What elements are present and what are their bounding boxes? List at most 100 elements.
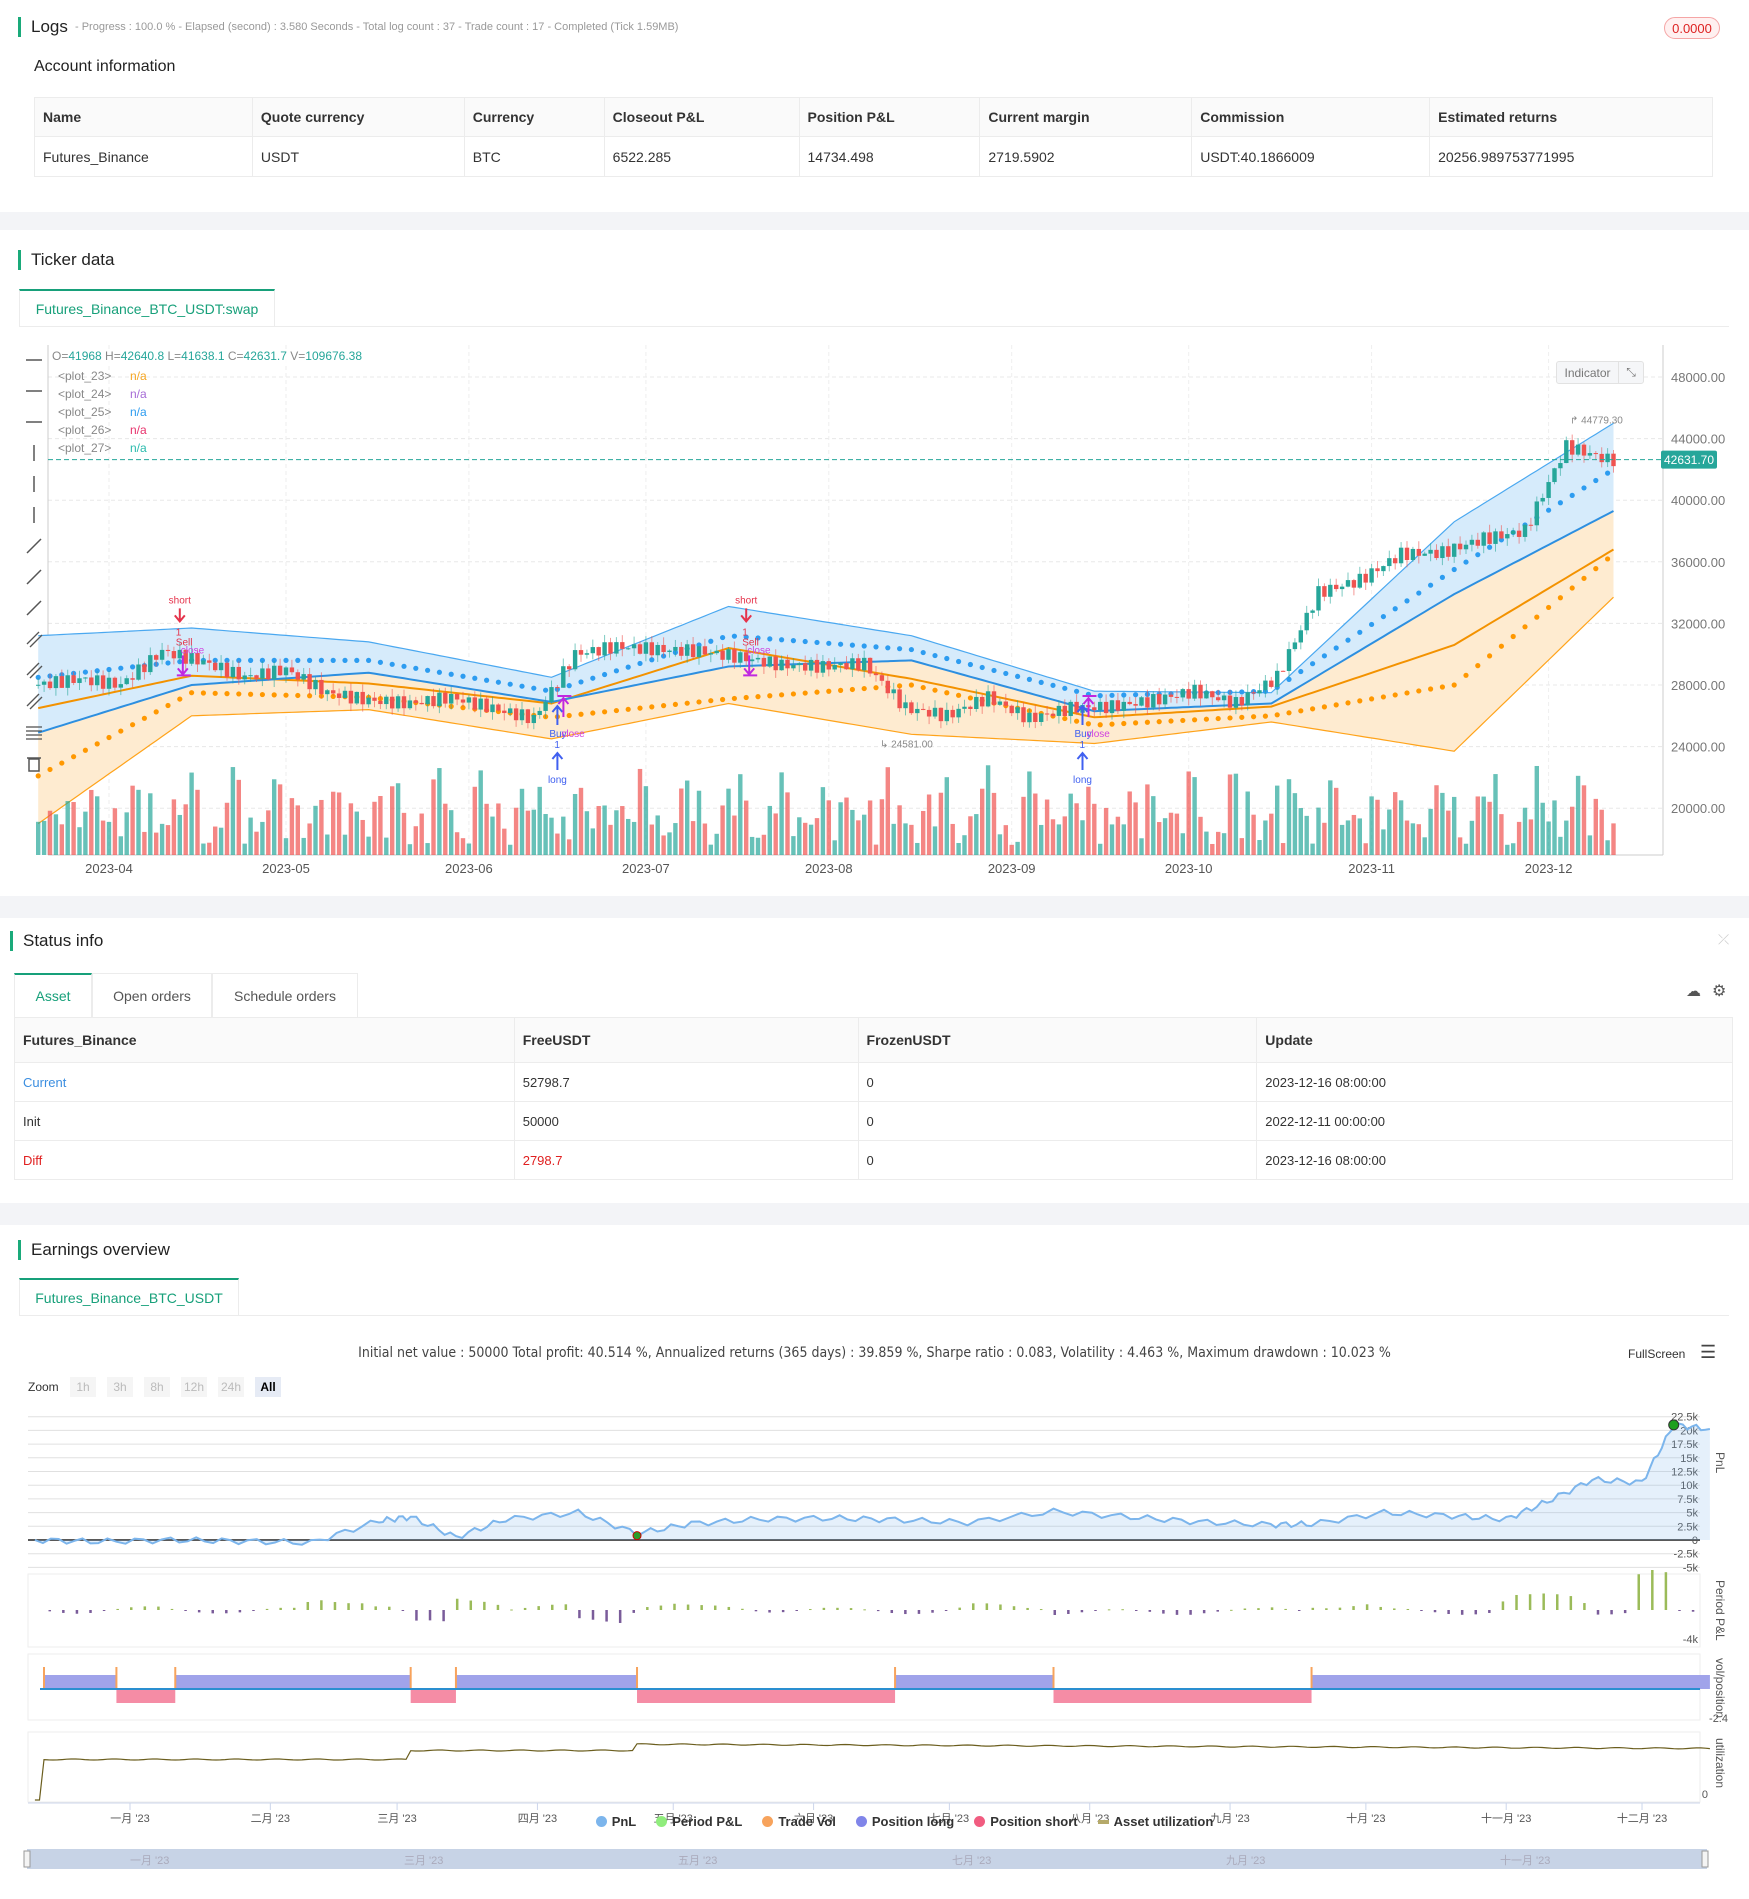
- navigator-handle[interactable]: [23, 1850, 31, 1868]
- candle-body: [1127, 701, 1132, 705]
- svg-text:close: close: [181, 645, 205, 656]
- period-pnl-bar: [659, 1605, 663, 1610]
- legend-item[interactable]: Position short: [974, 1814, 1078, 1829]
- period-pnl-bar: [768, 1610, 771, 1613]
- lower-dot: [755, 694, 761, 700]
- volume-bar: [47, 810, 53, 855]
- period-pnl-bar: [292, 1607, 296, 1610]
- upper-dot: [932, 652, 938, 659]
- upper-dot: [590, 675, 596, 681]
- y-tick-label: 36000.00: [1671, 555, 1725, 570]
- legend-item[interactable]: Period P&L: [656, 1814, 742, 1829]
- parallel-channel-icon[interactable]: [24, 660, 44, 680]
- candle-body: [968, 706, 973, 709]
- lower-dot: [1534, 614, 1540, 620]
- period-pnl-bar: [1039, 1609, 1043, 1611]
- candle-body: [472, 697, 477, 710]
- period-pnl-bar: [62, 1610, 65, 1613]
- candle-body: [926, 709, 932, 717]
- horizontal-ray-icon[interactable]: [24, 381, 44, 401]
- volume-bar: [1269, 813, 1274, 855]
- candle-body: [1245, 692, 1250, 706]
- ray-icon[interactable]: [24, 567, 44, 587]
- volume-bar: [1357, 818, 1362, 855]
- legend-item[interactable]: Position long: [855, 1814, 954, 1829]
- candle-body: [224, 662, 230, 678]
- volume-bar: [41, 820, 47, 855]
- fib-lines-icon[interactable]: [24, 691, 44, 711]
- fullscreen-button[interactable]: FullScreen: [1628, 1347, 1685, 1361]
- zoom-3h[interactable]: 3h: [107, 1377, 133, 1397]
- tab-asset[interactable]: Asset: [14, 973, 92, 1017]
- zoom-1h[interactable]: 1h: [70, 1377, 96, 1397]
- candle-body: [561, 666, 566, 688]
- candle-body: [891, 689, 896, 694]
- lower-dot: [1133, 720, 1139, 726]
- volume-bar: [649, 824, 654, 855]
- period-pnl-bar: [1433, 1610, 1437, 1613]
- zoom-12h[interactable]: 12h: [181, 1377, 207, 1397]
- vertical-ray-icon[interactable]: [24, 474, 44, 494]
- horizontal-segment-icon[interactable]: [24, 412, 44, 432]
- period-pnl-bar: [1664, 1572, 1668, 1610]
- lower-dot: [1310, 706, 1316, 712]
- legend-item[interactable]: Asset utilization: [1097, 1814, 1213, 1829]
- expand-icon[interactable]: ⤡: [1619, 362, 1643, 383]
- candle-body: [307, 674, 312, 690]
- position-long-segment: [43, 1675, 117, 1689]
- volume-bar: [496, 803, 501, 855]
- gear-icon[interactable]: ⚙: [1712, 981, 1726, 1001]
- zoom-all[interactable]: All: [255, 1377, 281, 1397]
- zoom-24h[interactable]: 24h: [218, 1377, 244, 1397]
- navigator-range[interactable]: [27, 1849, 1707, 1869]
- segment-icon[interactable]: [24, 598, 44, 618]
- volume-bar: [980, 788, 985, 855]
- volume-bar: [431, 779, 436, 855]
- vertical-segment-icon[interactable]: [24, 505, 44, 525]
- candle-body: [1286, 649, 1292, 671]
- horizontal-line-icon[interactable]: [24, 350, 44, 370]
- collapse-icon[interactable]: ⤫: [1718, 931, 1729, 948]
- volume-bar: [1487, 801, 1492, 855]
- legend-item[interactable]: Trade Vol: [762, 1814, 836, 1829]
- volume-bar: [449, 810, 454, 855]
- horizontal-lines-icon[interactable]: [24, 722, 44, 742]
- utilization-min-label: 0: [1702, 1789, 1708, 1801]
- price-chart[interactable]: 48000.00 44000.00 40000.00 36000.00 32000.00…: [0, 340, 1749, 885]
- tab-schedule-orders[interactable]: Schedule orders: [212, 973, 358, 1017]
- candle-body: [100, 675, 106, 689]
- trash-icon[interactable]: [24, 753, 44, 773]
- candle-body: [932, 707, 938, 717]
- column-header: FrozenUSDT: [857, 1017, 1258, 1063]
- upper-dot: [307, 657, 313, 663]
- tab-earnings-symbol[interactable]: Futures_Binance_BTC_USDT: [19, 1278, 239, 1316]
- candle-body: [1103, 701, 1109, 714]
- volume-bar: [1210, 843, 1215, 855]
- volume-bar: [637, 768, 643, 855]
- volume-bar: [631, 821, 637, 855]
- menu-icon[interactable]: ☰: [1700, 1342, 1716, 1363]
- tab-ticker-symbol[interactable]: Futures_Binance_BTC_USDT:swap: [19, 289, 275, 327]
- indicator-button[interactable]: Indicator: [1557, 362, 1619, 383]
- volume-bar: [1280, 843, 1286, 855]
- lower-dot: [200, 690, 206, 696]
- account-cell: 6522.285: [603, 136, 800, 177]
- upper-dot: [1380, 613, 1386, 620]
- trend-line-icon[interactable]: [24, 536, 44, 556]
- current-price-text: 42631.70: [1664, 453, 1714, 467]
- period-pnl-bar: [415, 1610, 418, 1621]
- cloud-upload-icon[interactable]: ☁: [1686, 982, 1701, 1000]
- candle-body: [667, 650, 672, 653]
- navigator-handle[interactable]: [1701, 1850, 1709, 1868]
- candle-body: [395, 696, 401, 709]
- legend-item[interactable]: PnL: [595, 1814, 636, 1829]
- lower-dot: [283, 692, 289, 698]
- tab-open-orders[interactable]: Open orders: [92, 973, 212, 1017]
- zoom-8h[interactable]: 8h: [144, 1377, 170, 1397]
- price-range-icon[interactable]: [24, 629, 44, 649]
- plot-name: <plot_25>: [58, 405, 112, 419]
- vertical-line-icon[interactable]: [24, 443, 44, 463]
- upper-dot: [1369, 621, 1375, 628]
- candle-body: [1558, 463, 1563, 469]
- volume-bar: [307, 823, 312, 855]
